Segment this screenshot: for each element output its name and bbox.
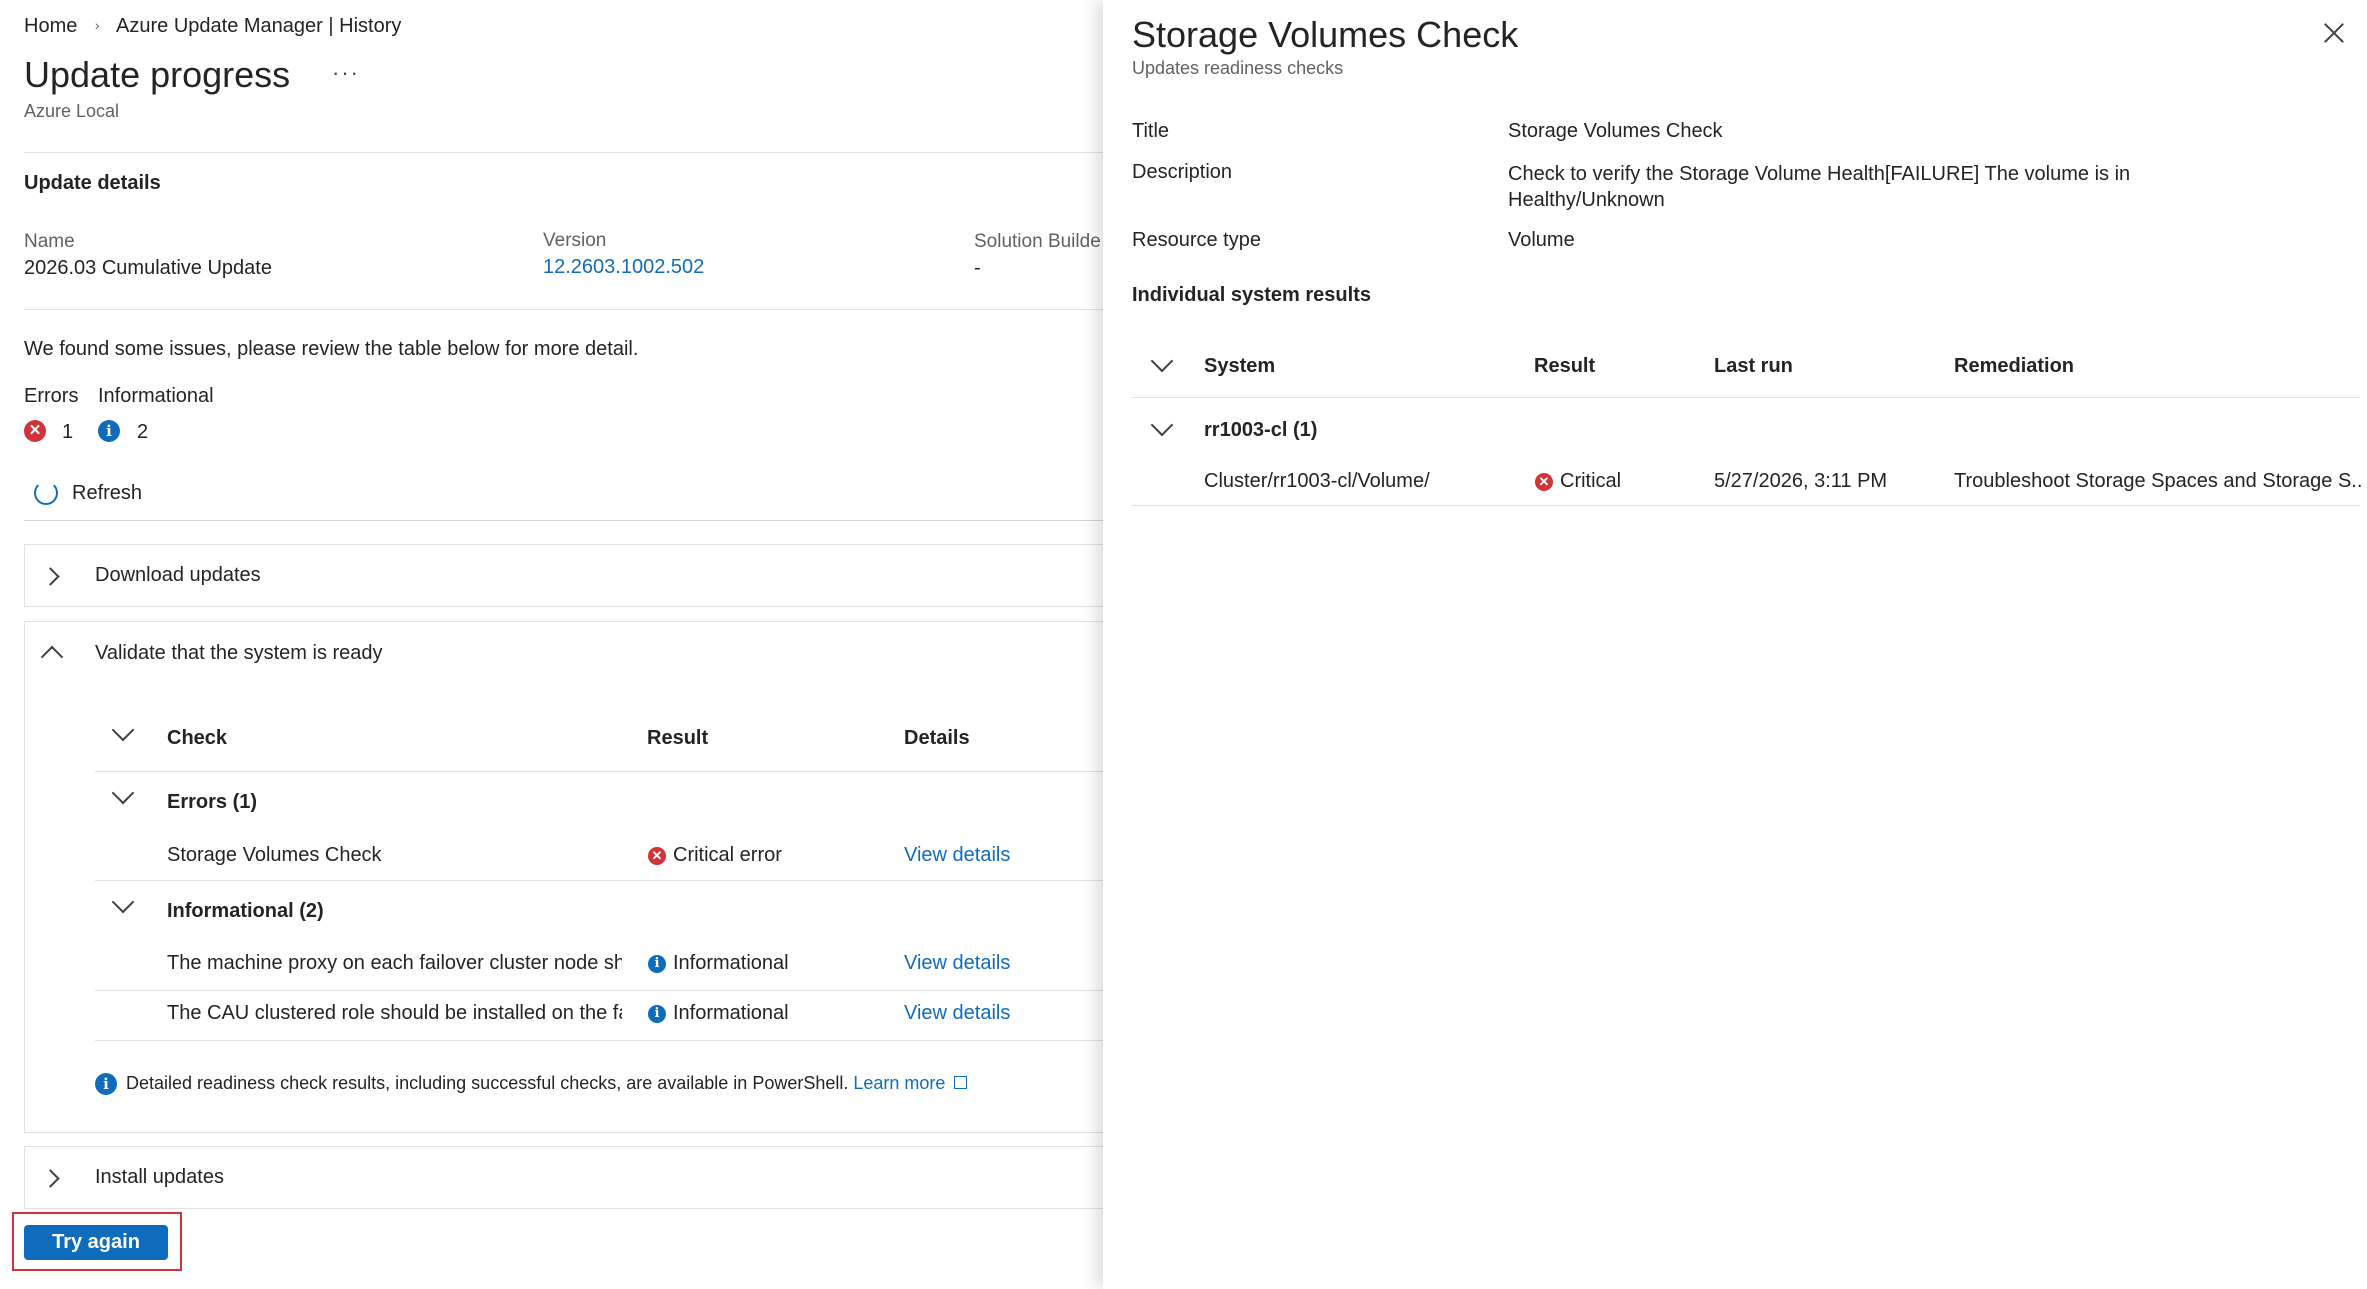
informational-icon: i (648, 955, 666, 973)
divider (24, 520, 1103, 521)
refresh-icon (34, 481, 58, 505)
panel-subtitle: Updates readiness checks (1132, 58, 1344, 78)
page-title: Update progress (24, 54, 291, 95)
breadcrumb-current[interactable]: Azure Update Manager | History (116, 15, 401, 37)
row-divider (95, 990, 1104, 991)
chevron-up-icon[interactable] (40, 645, 64, 669)
description-line: Healthy/Unknown (1508, 189, 1665, 211)
remediation-column-header[interactable]: Remediation (1954, 355, 2074, 378)
informational-icon: i (648, 1005, 666, 1023)
solution-builder-label: Solution Builde (974, 231, 1101, 252)
result-column-header[interactable]: Result (1534, 355, 1595, 378)
issues-message: We found some issues, please review the … (24, 338, 639, 360)
results-heading: Individual system results (1132, 284, 1371, 306)
details-panel: Storage Volumes Check Updates readiness … (1103, 0, 2367, 1289)
critical-error-icon: ✕ (648, 847, 666, 865)
critical-icon: ✕ (1535, 473, 1553, 491)
view-details-link[interactable]: View details (904, 1002, 1010, 1025)
result-column-header[interactable]: Result (647, 727, 708, 750)
table-header-divider (95, 771, 1104, 772)
install-updates-label: Install updates (95, 1166, 224, 1188)
chevron-right-icon (41, 567, 60, 586)
breadcrumb-home[interactable]: Home (24, 15, 77, 37)
chevron-right-icon (41, 1169, 60, 1188)
page-subtitle: Azure Local (24, 101, 120, 121)
row-divider (95, 880, 1104, 881)
info-note-icon: i (95, 1073, 117, 1095)
name-value: 2026.03 Cumulative Update (24, 257, 272, 279)
divider (24, 309, 1103, 310)
solution-builder-value: - (974, 257, 981, 279)
install-updates-section[interactable]: Install updates (24, 1146, 1104, 1209)
validate-label[interactable]: Validate that the system is ready (95, 642, 383, 665)
system-column-header[interactable]: System (1204, 355, 1275, 378)
powershell-note: Detailed readiness check results, includ… (126, 1073, 968, 1094)
result-text: Informational (673, 952, 789, 974)
info-group-label: Informational (2) (167, 900, 324, 922)
download-updates-label: Download updates (95, 564, 261, 586)
resource-type-value: Volume (1508, 229, 1575, 251)
panel-title: Storage Volumes Check (1132, 14, 1519, 55)
breadcrumb-separator-icon: › (94, 17, 100, 33)
result-text: Critical (1560, 470, 1622, 492)
informational-count: 2 (137, 421, 149, 443)
info-group-chevron-icon[interactable] (111, 890, 135, 914)
info-icon: i (98, 420, 120, 442)
table-header-divider (1132, 397, 2360, 398)
result-text: Informational (673, 1002, 789, 1024)
collapse-all-chevron-icon[interactable] (1150, 349, 1174, 373)
last-run-column-header[interactable]: Last run (1714, 355, 1793, 378)
refresh-label: Refresh (72, 482, 143, 504)
row-divider (1132, 505, 2360, 506)
collapse-all-chevron-icon[interactable] (111, 718, 135, 742)
update-details-heading: Update details (24, 172, 161, 194)
group-chevron-icon[interactable] (1150, 413, 1174, 437)
check-name: Storage Volumes Check (167, 844, 382, 866)
informational-label: Informational (98, 385, 214, 407)
system-path: Cluster/rr1003-cl/Volume/ (1204, 470, 1430, 492)
external-link-icon[interactable] (954, 1076, 968, 1089)
errors-group-chevron-icon[interactable] (111, 781, 135, 805)
download-updates-section[interactable]: Download updates (24, 544, 1104, 607)
details-column-header[interactable]: Details (904, 727, 970, 750)
last-run-text: 5/27/2026, 3:11 PM (1714, 470, 1888, 492)
errors-label: Errors (24, 385, 79, 407)
more-options-icon[interactable]: ··· (332, 60, 360, 86)
errors-count: 1 (62, 421, 74, 443)
validate-section: Validate that the system is ready Check … (24, 621, 1104, 1133)
errors-group-label: Errors (1) (167, 791, 258, 813)
row-divider (95, 1040, 1104, 1041)
learn-more-link[interactable]: Learn more (853, 1073, 945, 1093)
title-label: Title (1132, 120, 1170, 142)
description-line: Check to verify the Storage Volume Healt… (1508, 163, 2131, 185)
version-label: Version (543, 230, 607, 251)
remediation-text: Troubleshoot Storage Spaces and Storage … (1954, 470, 2364, 492)
resource-type-label: Resource type (1132, 229, 1261, 251)
view-details-link[interactable]: View details (904, 844, 1010, 867)
error-icon: ✕ (24, 420, 46, 442)
check-name: The CAU clustered role should be install… (167, 1002, 622, 1024)
version-link[interactable]: 12.2603.1002.502 (543, 256, 704, 279)
view-details-link[interactable]: View details (904, 952, 1010, 975)
system-group-label: rr1003-cl (1) (1204, 419, 1318, 441)
result-text: Critical error (673, 844, 782, 866)
description-value: Check to verify the Storage Volume Healt… (1508, 161, 2130, 213)
title-value: Storage Volumes Check (1508, 120, 1723, 142)
description-label: Description (1132, 161, 1233, 183)
note-text: Detailed readiness check results, includ… (126, 1073, 849, 1093)
close-icon[interactable] (2321, 20, 2347, 46)
name-label: Name (24, 231, 75, 252)
check-name: The machine proxy on each failover clust… (167, 952, 622, 974)
divider (24, 152, 1103, 153)
try-again-button[interactable]: Try again (24, 1225, 168, 1260)
check-column-header[interactable]: Check (167, 727, 227, 750)
breadcrumb: Home › Azure Update Manager | History (24, 15, 401, 38)
